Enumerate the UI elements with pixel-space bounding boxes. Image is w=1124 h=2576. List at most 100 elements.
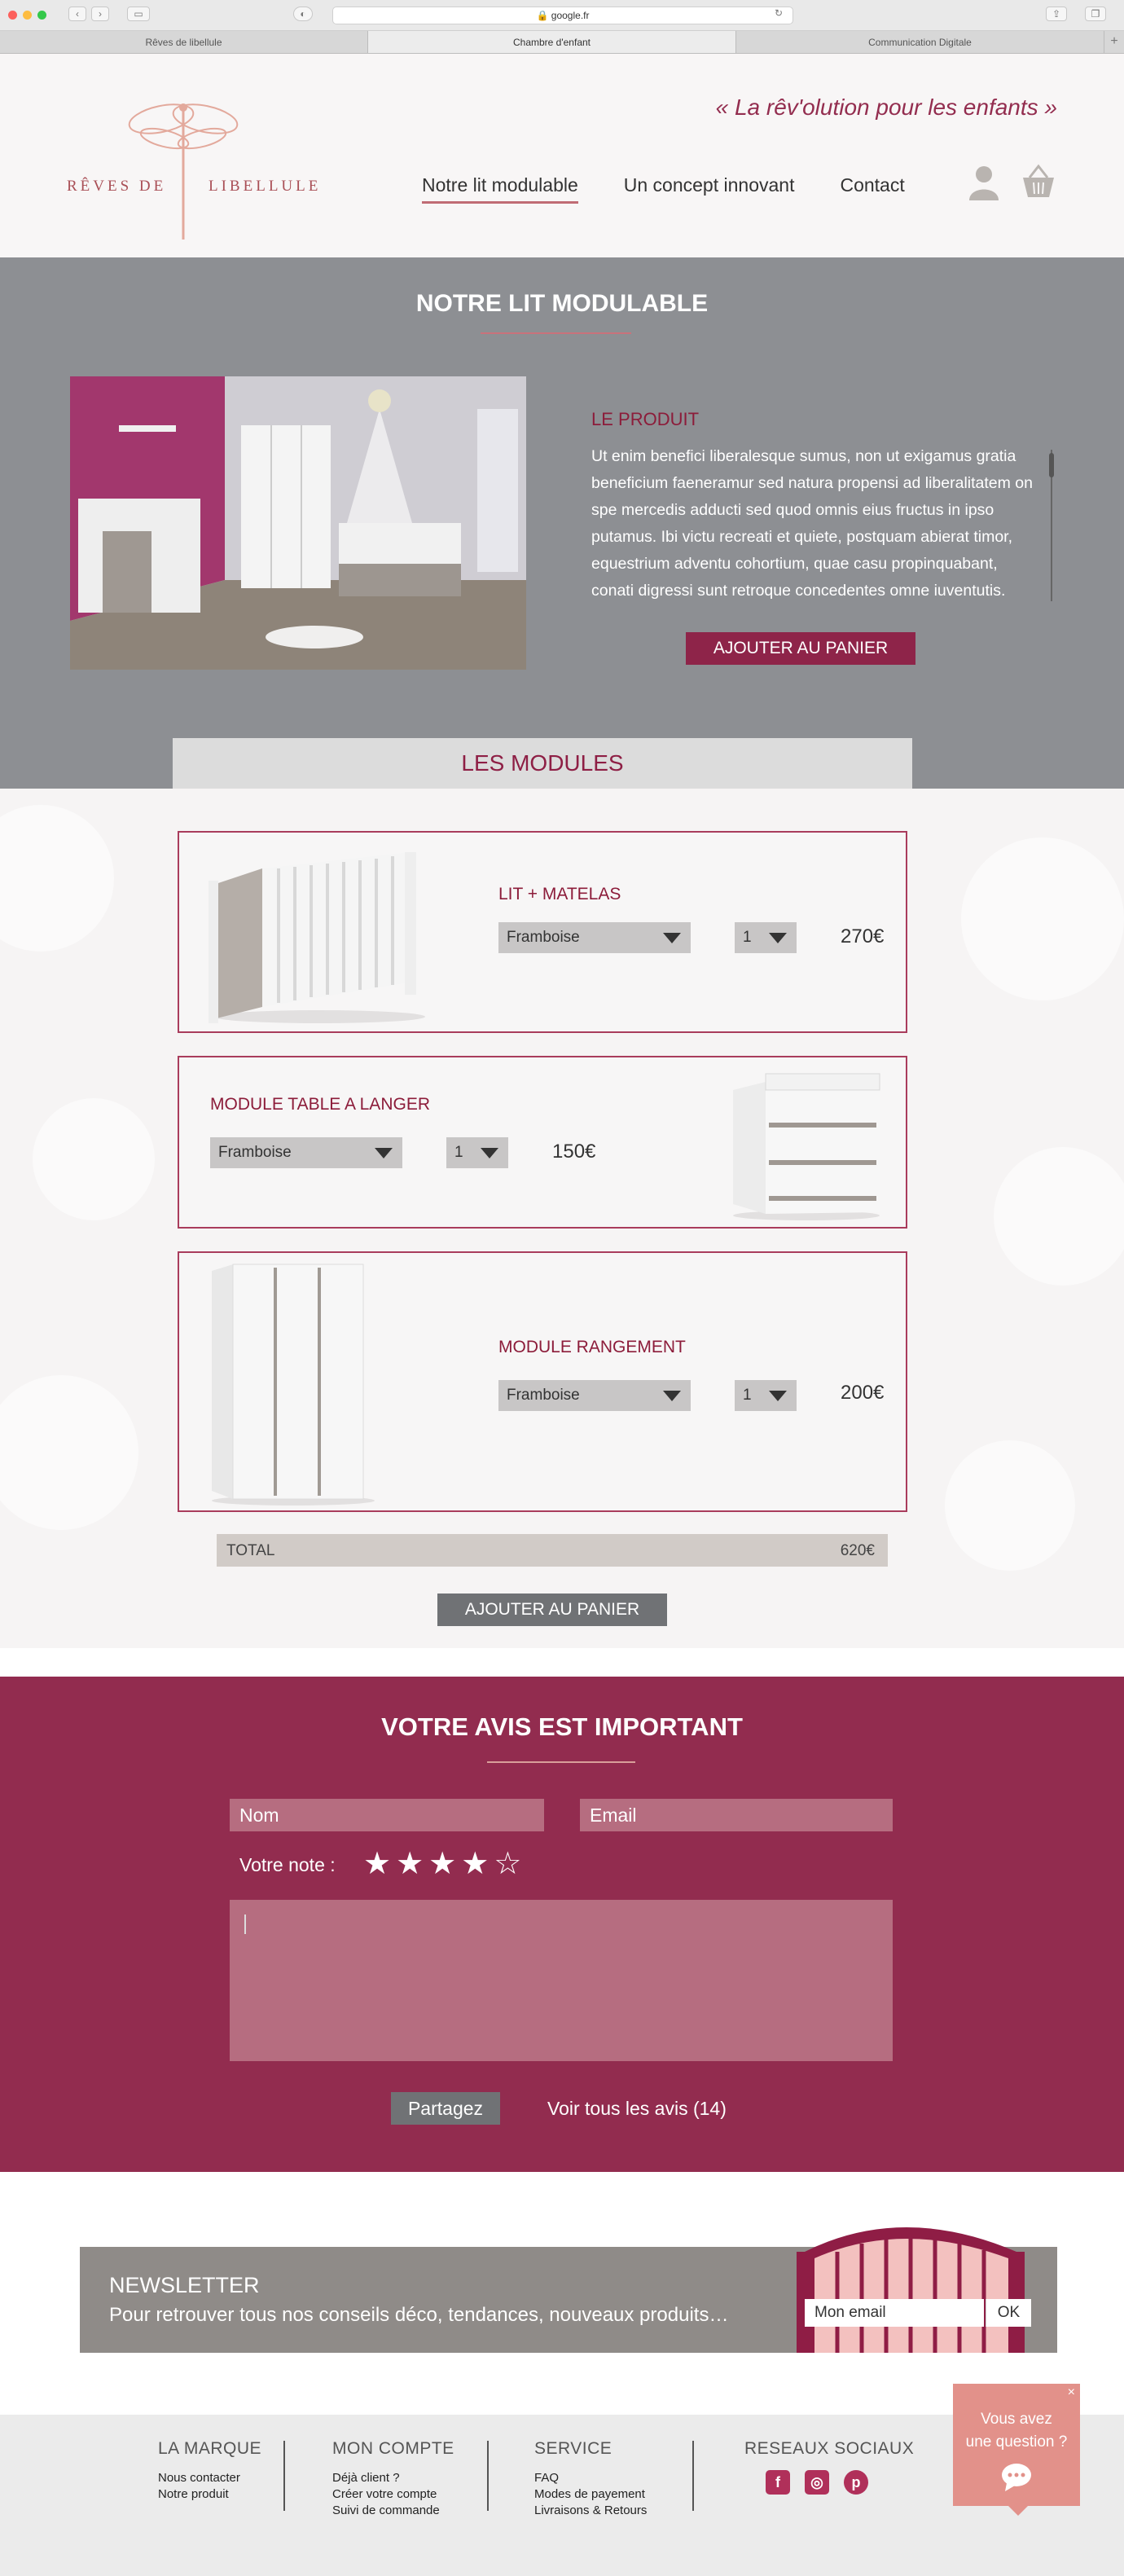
tab-bar: Rêves de libellule Chambre d'enfant Comm… [0, 31, 1124, 54]
minimize-window-icon[interactable] [23, 11, 32, 20]
footer-link[interactable]: Suivi de commande [332, 2503, 454, 2519]
close-icon[interactable]: × [1068, 2385, 1075, 2400]
footer-heading: LA MARQUE [158, 2439, 262, 2458]
nursery-room-photo[interactable] [70, 376, 526, 670]
share-icon[interactable]: ⇪ [1046, 7, 1067, 21]
url-text: google.fr [551, 10, 590, 21]
email-field[interactable]: Email [580, 1799, 893, 1831]
footer-heading: RESEAUX SOCIAUX [744, 2439, 915, 2458]
description-scroll-thumb[interactable] [1049, 453, 1054, 477]
background-bubble [994, 1147, 1124, 1286]
address-bar[interactable]: 🔒 google.fr [332, 7, 793, 24]
back-icon[interactable]: ‹ [68, 7, 86, 21]
nav-notre-lit-modulable[interactable]: Notre lit modulable [422, 174, 578, 204]
modules-section-title: LES MODULES [173, 738, 912, 789]
footer-social-column: RESEAUX SOCIAUX f ◎ p [744, 2439, 914, 2495]
maximize-window-icon[interactable] [37, 11, 46, 20]
footer-heading: MON COMPTE [332, 2439, 454, 2458]
dragonfly-logo-icon[interactable] [65, 95, 301, 241]
star-filled-icon[interactable]: ★ [396, 1848, 424, 1880]
background-bubble [0, 805, 114, 952]
brand-name-right: LIBELLULE [209, 178, 322, 195]
star-filled-icon[interactable]: ★ [363, 1848, 391, 1880]
changing-table-photo[interactable] [717, 1066, 896, 1220]
window-controls [8, 11, 46, 20]
main-navigation: Notre lit modulable Un concept innovant … [422, 174, 905, 204]
pinterest-icon[interactable]: p [844, 2470, 868, 2495]
color-select[interactable]: Framboise [498, 922, 691, 953]
product-section: NOTRE LIT MODULABLE LE PRODUIT Ut enim b… [0, 257, 1124, 789]
footer-divider [487, 2441, 489, 2511]
chat-tail [1008, 2506, 1028, 2516]
tab-reves-de-libellule[interactable]: Rêves de libellule [0, 31, 368, 53]
background-bubble [33, 1098, 155, 1220]
shopping-basket-icon[interactable] [1021, 163, 1056, 199]
close-window-icon[interactable] [8, 11, 17, 20]
forward-icon[interactable]: › [91, 7, 109, 21]
quantity-select[interactable]: 1 [446, 1137, 508, 1168]
privacy-icon[interactable]: ◐ [293, 7, 313, 21]
modules-section: LIT + MATELAS Framboise 1 270€ MODULE TA… [0, 789, 1124, 1648]
star-filled-icon[interactable]: ★ [428, 1848, 456, 1880]
wardrobe-photo[interactable] [195, 1261, 383, 1506]
footer-divider [283, 2441, 285, 2511]
nav-concept-innovant[interactable]: Un concept innovant [624, 174, 795, 204]
tab-chambre-enfant[interactable]: Chambre d'enfant [368, 31, 736, 53]
site-tagline: « La rêv'olution pour les enfants » [715, 95, 1057, 120]
share-review-button[interactable]: Partagez [391, 2092, 500, 2125]
newsletter-section: NEWSLETTER Pour retrouver tous nos conse… [0, 2172, 1124, 2415]
footer-link[interactable]: Livraisons & Retours [534, 2503, 647, 2519]
module-price: 270€ [841, 925, 885, 947]
footer-brand-column: LA MARQUE Nous contacter Notre produit [158, 2439, 261, 2503]
quantity-select-value: 1 [743, 1387, 752, 1404]
star-rating[interactable]: ★ ★ ★ ★ ☆ [363, 1848, 521, 1880]
name-field[interactable]: Nom [230, 1799, 544, 1831]
add-to-cart-button[interactable]: AJOUTER AU PANIER [686, 632, 915, 665]
module-card-table-a-langer: MODULE TABLE A LANGER Framboise 1 150€ [178, 1056, 907, 1229]
footer-link[interactable]: FAQ [534, 2470, 647, 2486]
brand-name-left: RÊVES DE [67, 178, 167, 195]
chevron-down-icon [375, 1148, 393, 1158]
facebook-icon[interactable]: f [766, 2470, 790, 2495]
nav-contact[interactable]: Contact [840, 174, 904, 204]
footer-link[interactable]: Déjà client ? [332, 2470, 454, 2486]
footer-link[interactable]: Créer votre compte [332, 2486, 454, 2503]
new-tab-button[interactable]: + [1104, 31, 1124, 53]
tab-communication-digitale[interactable]: Communication Digitale [736, 31, 1104, 53]
footer-heading: SERVICE [534, 2439, 612, 2458]
quantity-select[interactable]: 1 [735, 1380, 797, 1411]
star-empty-icon[interactable]: ☆ [494, 1848, 521, 1880]
reload-icon[interactable]: ↻ [770, 7, 788, 21]
newsletter-ok-button[interactable]: OK [986, 2299, 1031, 2327]
star-filled-icon[interactable]: ★ [461, 1848, 489, 1880]
quantity-select-value: 1 [743, 929, 752, 946]
order-total-bar: TOTAL 620€ [217, 1534, 888, 1567]
speech-bubble-icon[interactable] [1000, 2462, 1033, 2491]
tabs-overview-icon[interactable]: ❐ [1085, 7, 1106, 21]
crib-photo[interactable] [197, 844, 441, 1023]
color-select-value: Framboise [218, 1144, 292, 1161]
newsletter-title: NEWSLETTER [109, 2273, 260, 2297]
review-textarea[interactable] [230, 1900, 893, 2061]
rating-label: Votre note : [239, 1854, 336, 1875]
color-select[interactable]: Framboise [210, 1137, 402, 1168]
chat-prompt: Vous avez une question ? [953, 2408, 1080, 2454]
background-bubble [945, 1440, 1075, 1571]
product-section-title: NOTRE LIT MODULABLE [415, 290, 709, 317]
footer-divider [692, 2441, 694, 2511]
instagram-icon[interactable]: ◎ [805, 2470, 829, 2495]
newsletter-email-input[interactable]: Mon email [805, 2299, 984, 2327]
chat-widget[interactable]: × Vous avez une question ? [953, 2384, 1080, 2516]
user-account-icon[interactable] [968, 165, 1000, 200]
sidebar-icon[interactable]: ▭ [127, 7, 150, 21]
footer-link[interactable]: Notre produit [158, 2486, 261, 2503]
color-select[interactable]: Framboise [498, 1380, 691, 1411]
footer-link[interactable]: Nous contacter [158, 2470, 261, 2486]
quantity-select[interactable]: 1 [735, 922, 797, 953]
footer-link[interactable]: Modes de payement [534, 2486, 647, 2503]
add-modules-to-cart-button[interactable]: AJOUTER AU PANIER [437, 1594, 667, 1626]
title-underline [487, 1761, 635, 1763]
see-all-reviews-link[interactable]: Voir tous les avis (14) [547, 2098, 727, 2120]
browser-toolbar: ‹ › ▭ ◐ 🔒 google.fr ↻ ⇪ ❐ [0, 0, 1124, 31]
footer-account-column: MON COMPTE Déjà client ? Créer votre com… [332, 2439, 454, 2519]
